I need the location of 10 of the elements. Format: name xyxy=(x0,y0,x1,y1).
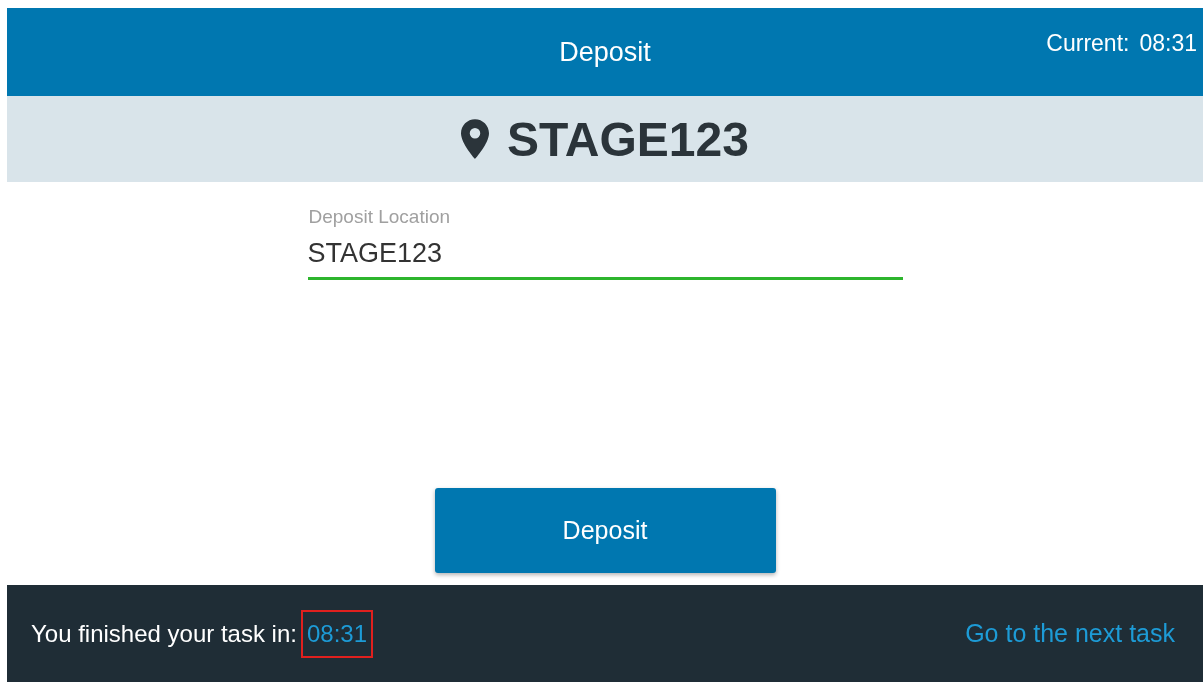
clock-value: 08:31 xyxy=(1139,30,1197,57)
clock-label: Current: xyxy=(1046,30,1130,57)
location-code: STAGE123 xyxy=(507,111,749,167)
deposit-location-field[interactable]: Deposit Location STAGE123 xyxy=(307,206,903,280)
elapsed-time: 08:31 xyxy=(300,609,373,658)
finish-message: You finished your task in: xyxy=(31,619,297,648)
deposit-button[interactable]: Deposit xyxy=(434,488,776,573)
location-pin-icon xyxy=(461,119,490,159)
next-task-link[interactable]: Go to the next task xyxy=(965,619,1175,648)
screen-title: Deposit xyxy=(559,36,651,68)
